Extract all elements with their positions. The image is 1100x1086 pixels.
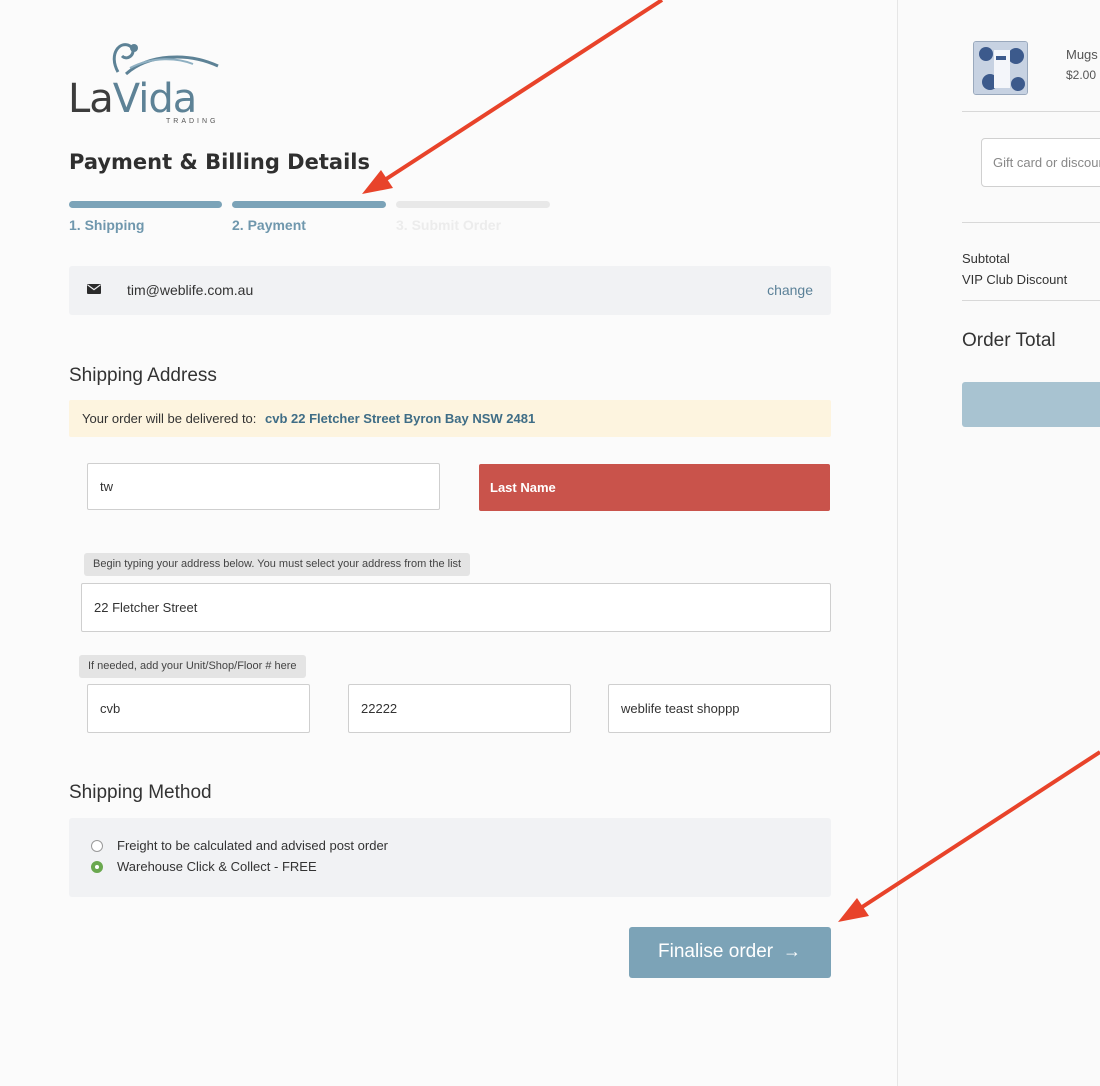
mug-image-icon: [974, 42, 1027, 94]
account-email-box: tim@weblife.com.au change: [69, 266, 831, 315]
arrow-right-icon: →: [783, 941, 801, 961]
freight-option-label: Freight to be calculated and advised pos…: [117, 838, 389, 853]
click-collect-radio[interactable]: [91, 861, 103, 873]
summary-divider: [962, 111, 1100, 112]
order-total-label: Order Total: [962, 330, 1056, 351]
summary-action-button[interactable]: [962, 382, 1100, 427]
step-label-shipping[interactable]: 1. Shipping: [69, 217, 144, 233]
shipping-address-title: Shipping Address: [69, 365, 217, 386]
delivery-notice: Your order will be delivered to: cvb 22 …: [69, 400, 831, 437]
gift-card-input[interactable]: Gift card or discount code: [981, 138, 1100, 187]
step-bar-payment: [232, 201, 386, 208]
account-email: tim@weblife.com.au: [127, 282, 254, 298]
vip-discount-label: VIP Club Discount: [962, 272, 1068, 287]
logo-wordmark: LaVida: [68, 76, 197, 122]
product-name: Mugs: [1066, 47, 1098, 62]
address-hint-tooltip: Begin typing your address below. You mus…: [84, 553, 471, 576]
finalise-order-button[interactable]: Finalise order →: [629, 927, 831, 978]
first-name-field[interactable]: tw: [87, 463, 440, 510]
company-field[interactable]: weblife teast shoppp: [608, 684, 831, 733]
logo-word-vida: Vida: [112, 76, 197, 122]
page-title: Payment & Billing Details: [69, 150, 370, 174]
phone-field[interactable]: 22222: [348, 684, 571, 733]
last-name-field[interactable]: Last Name: [479, 464, 830, 511]
logo-subtitle: TRADING: [166, 118, 219, 125]
step-label-submit: 3. Submit Order: [396, 217, 502, 233]
change-email-link[interactable]: change: [767, 282, 813, 298]
summary-divider: [962, 300, 1100, 301]
product-thumbnail: [973, 41, 1028, 95]
checkout-main-pane: LaVida TRADING Payment & Billing Details…: [0, 0, 897, 1086]
order-summary-pane: Mugs $2.00 Gift card or discount code Su…: [897, 0, 1100, 1086]
step-label-payment[interactable]: 2. Payment: [232, 217, 306, 233]
finalise-order-label: Finalise order: [658, 941, 774, 962]
street-address-field[interactable]: 22 Fletcher Street: [81, 583, 831, 632]
step-bar-submit: [396, 201, 550, 208]
shipping-method-options: Freight to be calculated and advised pos…: [69, 818, 831, 897]
click-collect-option-label: Warehouse Click & Collect - FREE: [117, 859, 317, 874]
shipping-method-title: Shipping Method: [69, 782, 212, 803]
delivery-notice-address: cvb 22 Fletcher Street Byron Bay NSW 248…: [265, 411, 536, 426]
logo-word-la: La: [68, 76, 114, 122]
delivery-notice-label: Your order will be delivered to:: [82, 411, 257, 426]
lavida-logo: LaVida TRADING: [68, 34, 228, 130]
subtotal-label: Subtotal: [962, 251, 1010, 266]
unit-field[interactable]: cvb: [87, 684, 310, 733]
unit-hint-tooltip: If needed, add your Unit/Shop/Floor # he…: [79, 655, 306, 678]
freight-radio[interactable]: [91, 840, 103, 852]
step-bar-shipping: [69, 201, 222, 208]
summary-divider: [962, 222, 1100, 223]
product-price: $2.00: [1066, 68, 1097, 82]
envelope-icon: [87, 284, 101, 294]
